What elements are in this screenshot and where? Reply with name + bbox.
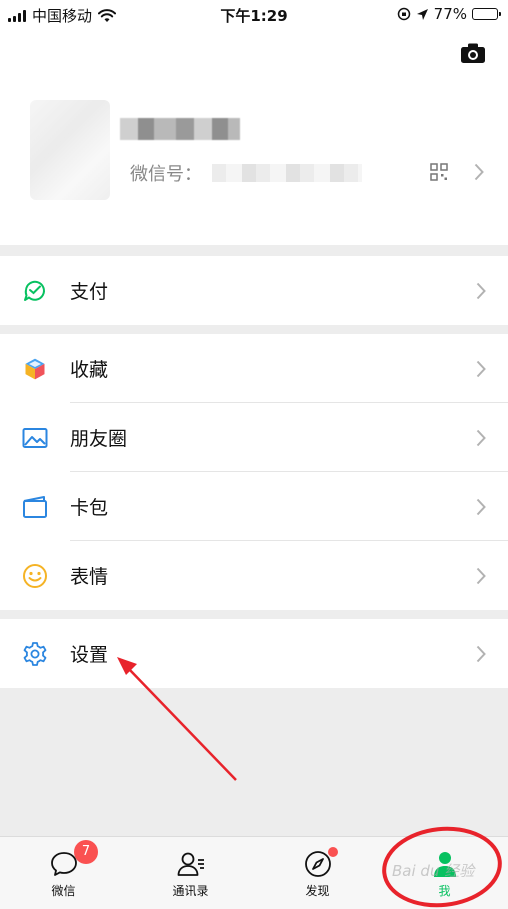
profile-header[interactable]: 微信号： — [0, 30, 508, 245]
tab-label-me: 我 — [438, 884, 451, 898]
chevron-right-icon — [476, 567, 486, 585]
avatar[interactable] — [30, 100, 110, 200]
menu-group-pay: 支付 — [0, 256, 508, 325]
tab-discover[interactable]: 发现 — [254, 837, 381, 909]
wechat-id-label: 微信号： — [130, 164, 202, 185]
menu-label-stickers: 表情 — [70, 566, 109, 588]
tab-label-contacts: 通讯录 — [172, 884, 209, 898]
nickname-redacted — [120, 118, 240, 140]
menu-label-moments: 朋友圈 — [70, 428, 128, 450]
battery-percent: 77% — [433, 5, 467, 23]
chevron-right-icon — [476, 645, 486, 663]
moments-icon — [22, 428, 48, 448]
watermark: Bai du 经验 — [392, 862, 475, 880]
status-bar: 中国移动 下午1:29 77% — [0, 0, 508, 30]
smiley-icon — [23, 564, 47, 588]
menu-label-pay: 支付 — [70, 281, 109, 303]
wechat-id-redacted — [212, 164, 362, 182]
menu-label-favorites: 收藏 — [70, 359, 109, 381]
tab-label-chats: 微信 — [51, 884, 76, 898]
tab-chats[interactable]: 微信 7 — [0, 837, 127, 909]
status-right: 77% — [397, 5, 501, 23]
card-wallet-icon — [23, 496, 47, 518]
menu-item-stickers[interactable]: 表情 — [0, 541, 508, 610]
orientation-lock-icon — [397, 7, 410, 21]
chevron-right-icon — [476, 498, 486, 516]
menu-group-main: 收藏 朋友圈 卡包 表情 — [0, 334, 508, 610]
menu-group-settings: 设置 — [0, 619, 508, 688]
menu-label-settings: 设置 — [70, 644, 109, 666]
menu-item-settings[interactable]: 设置 — [0, 619, 508, 688]
favorites-icon — [24, 357, 46, 381]
menu-item-cards[interactable]: 卡包 — [0, 472, 508, 541]
chevron-right-icon — [476, 360, 486, 378]
unread-badge: 7 — [74, 840, 98, 864]
menu-label-cards: 卡包 — [70, 497, 109, 519]
menu-item-favorites[interactable]: 收藏 — [0, 334, 508, 403]
qr-code-icon[interactable] — [430, 163, 448, 181]
discover-notification-dot — [328, 847, 338, 857]
pay-icon — [24, 280, 45, 301]
gear-icon — [23, 642, 47, 666]
menu-item-pay[interactable]: 支付 — [0, 256, 508, 325]
camera-icon[interactable] — [460, 42, 486, 64]
contacts-icon — [177, 852, 204, 876]
chevron-right-icon — [476, 429, 486, 447]
battery-icon — [472, 8, 501, 20]
tab-label-discover: 发现 — [305, 884, 330, 898]
chevron-right-icon — [474, 163, 484, 181]
chevron-right-icon — [476, 282, 486, 300]
menu-item-moments[interactable]: 朋友圈 — [0, 403, 508, 472]
wechat-id: 微信号： — [130, 160, 362, 186]
location-icon — [416, 8, 428, 20]
tab-contacts[interactable]: 通讯录 — [127, 837, 254, 909]
